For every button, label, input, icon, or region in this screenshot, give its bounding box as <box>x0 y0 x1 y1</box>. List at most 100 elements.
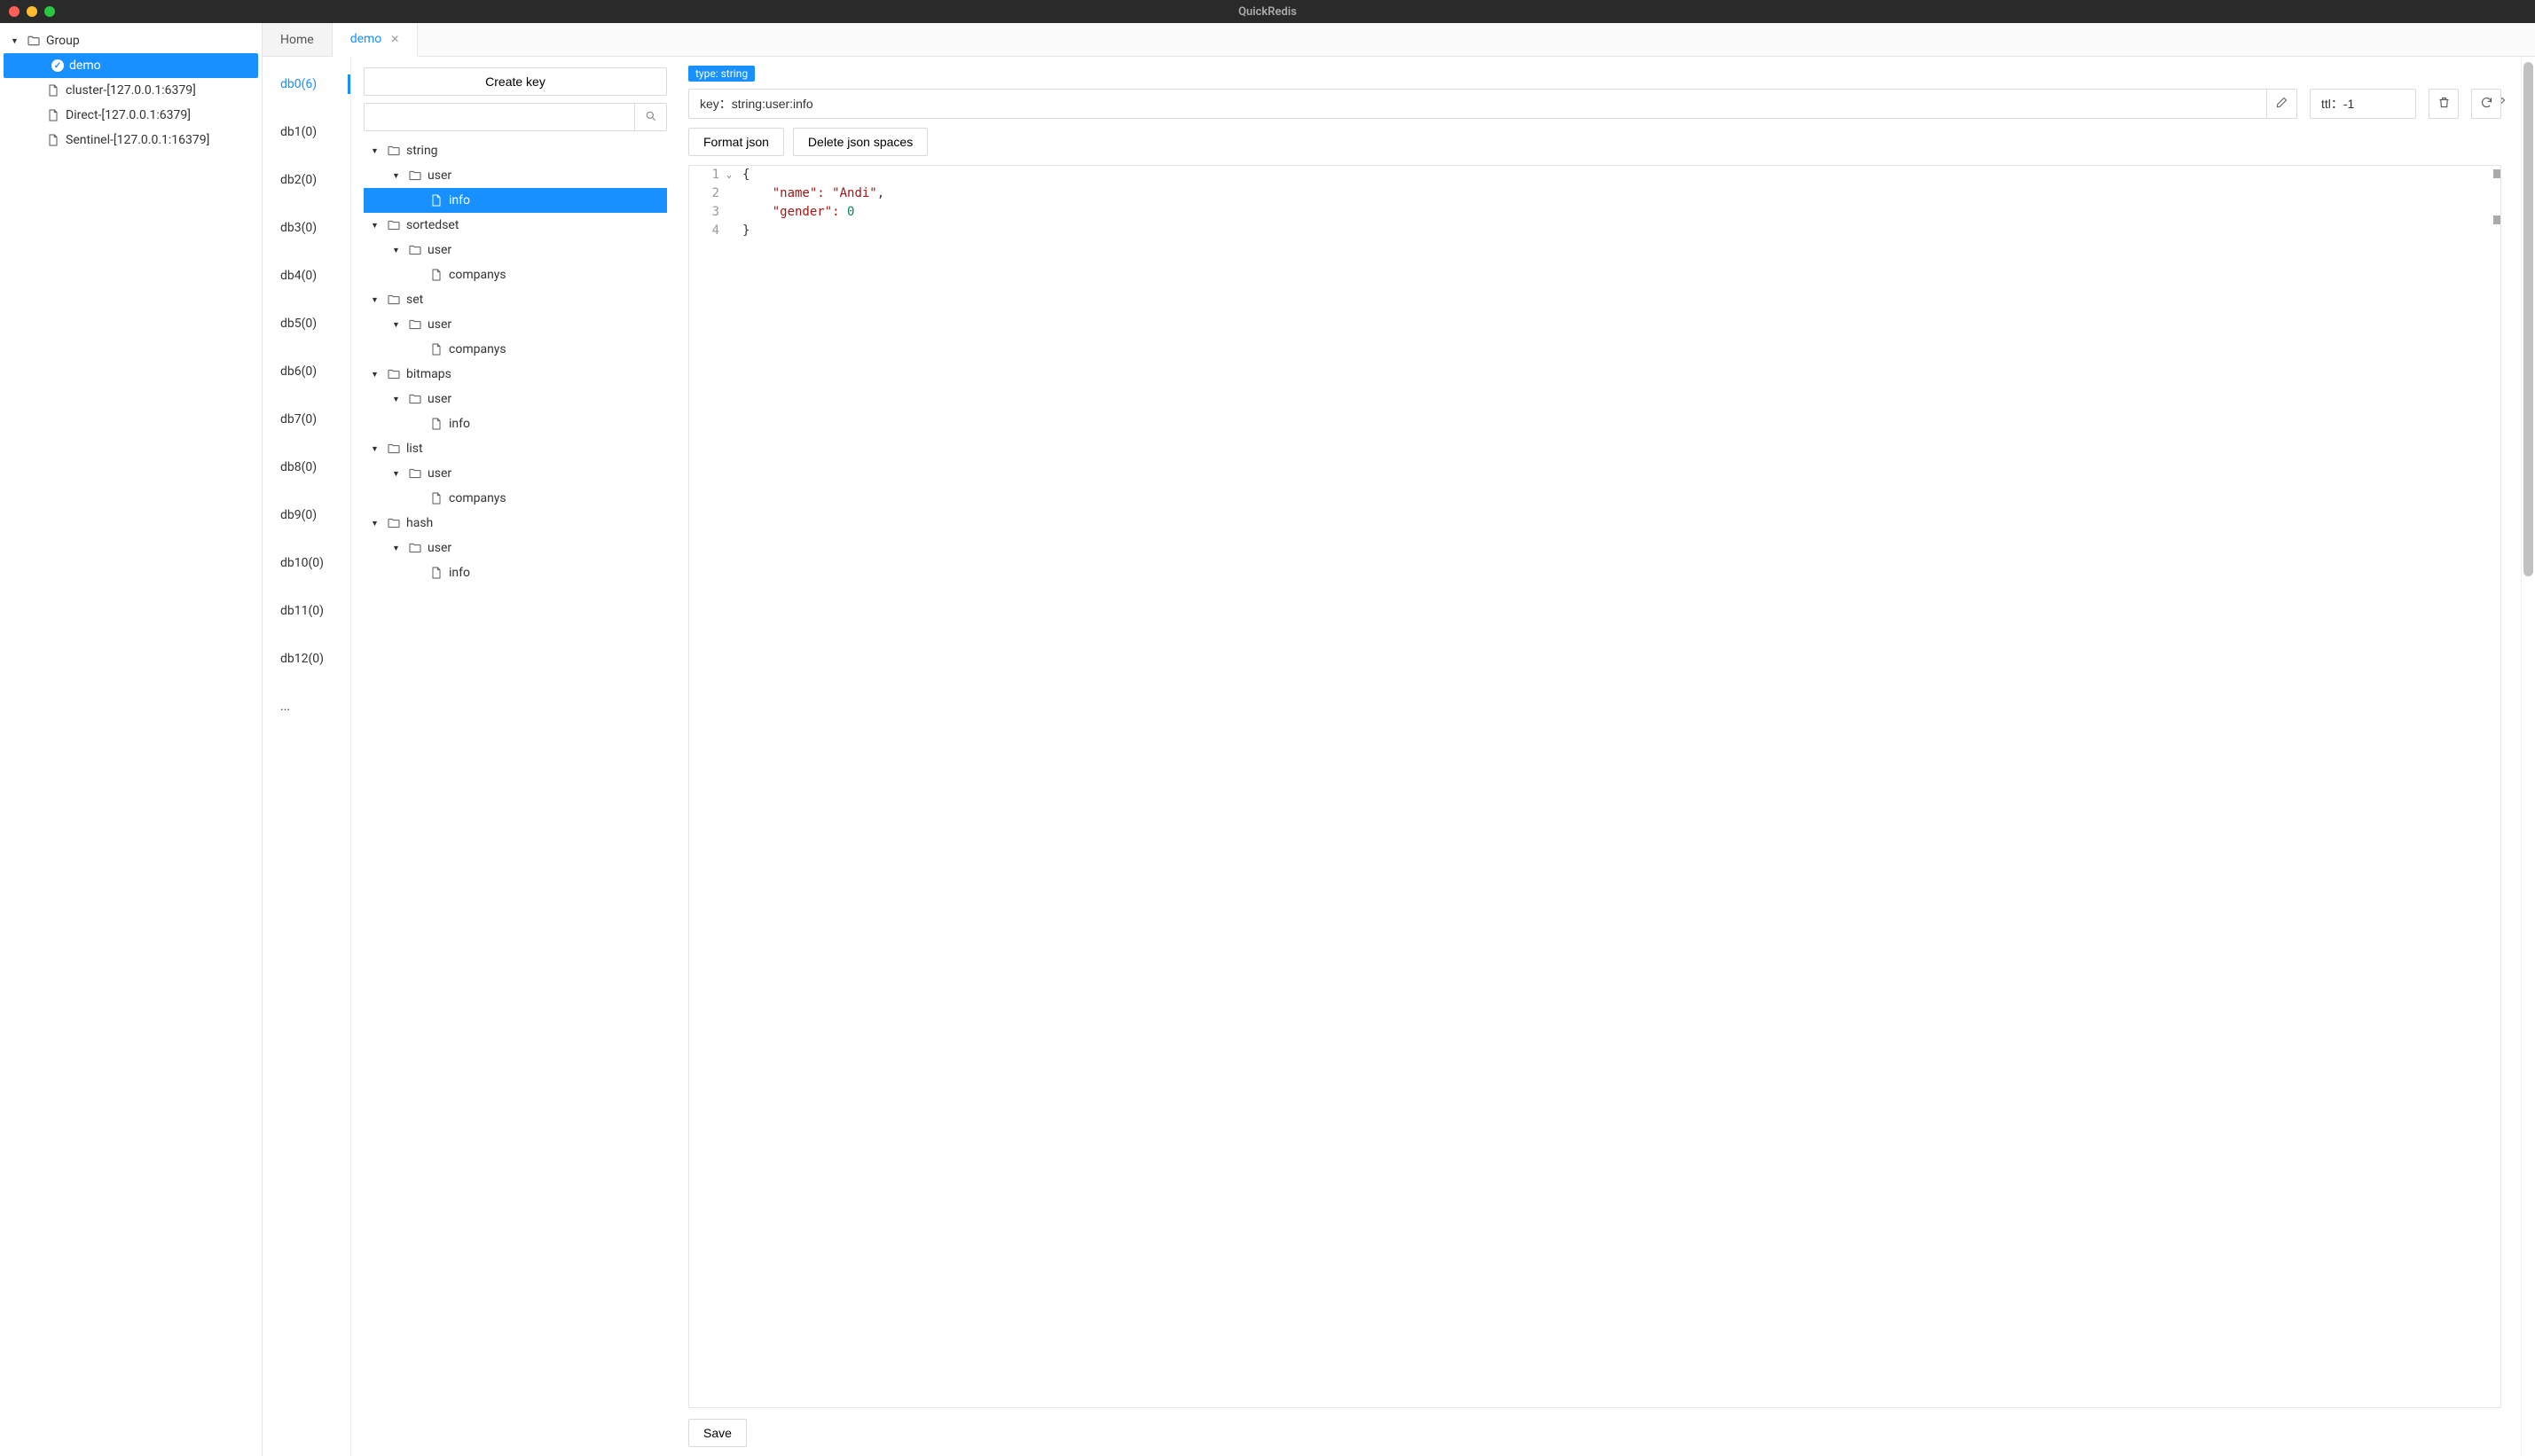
db-item[interactable]: db4(0) <box>263 252 350 300</box>
key-tree-label: info <box>449 417 470 431</box>
db-item[interactable]: db8(0) <box>263 443 350 491</box>
key-search-input[interactable] <box>365 104 634 130</box>
key-tree-item[interactable]: companys <box>364 262 667 287</box>
sidebar-group-label: Group <box>46 34 80 48</box>
caret-down-icon: ▼ <box>392 544 403 553</box>
window-minimize-button[interactable] <box>27 6 37 17</box>
trash-icon <box>2437 96 2451 112</box>
caret-down-icon: ▼ <box>371 146 381 156</box>
caret-down-icon: ▼ <box>11 36 21 46</box>
key-tree-folder[interactable]: ▼set <box>364 287 667 312</box>
key-tree-folder[interactable]: ▼ user <box>364 163 667 188</box>
file-icon <box>429 491 443 505</box>
key-tree-item[interactable]: info <box>364 411 667 436</box>
db-item[interactable]: db3(0) <box>263 204 350 252</box>
db-item[interactable]: db1(0) <box>263 108 350 156</box>
folder-open-icon <box>387 442 401 456</box>
ttl-display-input[interactable] <box>2311 97 2492 111</box>
file-icon <box>46 83 60 98</box>
window-maximize-button[interactable] <box>44 6 55 17</box>
db-item[interactable]: db9(0) <box>263 491 350 539</box>
key-tree-label: bitmaps <box>406 367 451 381</box>
caret-down-icon: ▼ <box>371 295 381 305</box>
db-item[interactable]: db6(0) <box>263 348 350 395</box>
delete-key-button[interactable] <box>2429 89 2459 119</box>
db-item[interactable]: db5(0) <box>263 300 350 348</box>
main-scrollbar[interactable] <box>2521 57 2535 1456</box>
reload-icon <box>2480 96 2493 112</box>
app-title: QuickRedis <box>1238 5 1297 19</box>
window-close-button[interactable] <box>9 6 20 17</box>
edit-icon <box>2275 96 2288 112</box>
key-tree-folder[interactable]: ▼list <box>364 436 667 461</box>
format-json-button[interactable]: Format json <box>688 128 784 156</box>
caret-down-icon: ▼ <box>392 171 403 181</box>
key-tree-folder[interactable]: ▼sortedset <box>364 213 667 238</box>
db-item[interactable]: db7(0) <box>263 395 350 443</box>
key-tree-item[interactable]: companys <box>364 337 667 362</box>
sidebar-item-direct[interactable]: Direct-[127.0.0.1:6379] <box>4 103 258 128</box>
sidebar-group[interactable]: ▼ Group <box>4 28 258 53</box>
caret-down-icon: ▼ <box>371 370 381 380</box>
key-tree-folder[interactable]: ▼ bitmaps <box>364 362 667 387</box>
folder-open-icon <box>387 293 401 307</box>
folder-icon <box>27 34 41 48</box>
edit-key-button[interactable] <box>2266 90 2296 118</box>
folder-open-icon <box>408 392 422 406</box>
fold-icon[interactable]: ⌄ <box>726 166 739 184</box>
sidebar-item-sentinel[interactable]: Sentinel-[127.0.0.1:16379] <box>4 128 258 153</box>
file-icon <box>429 417 443 431</box>
tab-label: demo <box>350 32 382 46</box>
key-tree-label: companys <box>449 268 506 282</box>
folder-open-icon <box>408 466 422 481</box>
connection-sidebar: ▼ Group ✓ demo cluster-[127.0.0.1:6379] <box>0 23 263 1456</box>
file-icon <box>429 566 443 580</box>
caret-down-icon: ▼ <box>371 444 381 454</box>
db-item[interactable]: db11(0) <box>263 587 350 635</box>
key-tree-folder[interactable]: ▼user <box>364 461 667 486</box>
save-button[interactable]: Save <box>688 1419 747 1447</box>
create-key-button[interactable]: Create key <box>364 67 667 96</box>
folder-open-icon <box>408 317 422 332</box>
tab-bar: Home demo ✕ <box>263 23 2535 57</box>
file-icon <box>429 268 443 282</box>
folder-open-icon <box>408 243 422 257</box>
tab-demo[interactable]: demo ✕ <box>333 23 419 57</box>
key-tree: ▼string▼userinfo▼sortedset▼usercompanys▼… <box>364 138 667 585</box>
sidebar-item-label: Sentinel-[127.0.0.1:16379] <box>66 133 209 147</box>
reload-button[interactable] <box>2471 89 2501 119</box>
key-tree-item[interactable]: companys <box>364 486 667 511</box>
close-icon[interactable]: ✕ <box>390 33 399 45</box>
key-tree-folder[interactable]: ▼user <box>364 387 667 411</box>
check-circle-icon: ✓ <box>51 59 64 72</box>
key-tree-item[interactable]: info <box>364 188 667 213</box>
key-tree-item[interactable]: info <box>364 560 667 585</box>
db-item[interactable]: ... <box>263 683 350 731</box>
line-number: 2 <box>689 184 726 203</box>
delete-json-spaces-button[interactable]: Delete json spaces <box>793 128 928 156</box>
search-button[interactable] <box>634 104 666 130</box>
caret-down-icon: ▼ <box>392 469 403 479</box>
key-tree-folder[interactable]: ▼hash <box>364 511 667 536</box>
key-tree-folder[interactable]: ▼user <box>364 312 667 337</box>
db-item[interactable]: db10(0) <box>263 539 350 587</box>
caret-down-icon: ▼ <box>392 395 403 404</box>
key-tree-folder[interactable]: ▼user <box>364 536 667 560</box>
search-icon <box>645 110 657 125</box>
editor-scroll-marker <box>2493 169 2500 178</box>
tab-label: Home <box>280 33 314 47</box>
code-text: } <box>739 222 750 240</box>
key-tree-label: user <box>428 168 451 183</box>
key-tree-folder[interactable]: ▼user <box>364 238 667 262</box>
tab-home[interactable]: Home <box>263 23 333 56</box>
db-item[interactable]: db12(0) <box>263 635 350 683</box>
scrollbar-thumb[interactable] <box>2523 62 2533 576</box>
db-item[interactable]: db2(0) <box>263 156 350 204</box>
value-editor[interactable]: 1 ⌄ { 2 "name": "Andi", 3 <box>688 165 2501 1408</box>
key-display-input[interactable] <box>689 97 2266 111</box>
sidebar-item-demo[interactable]: ✓ demo <box>4 53 258 78</box>
key-tree-folder[interactable]: ▼string <box>364 138 667 163</box>
folder-open-icon <box>387 367 401 381</box>
sidebar-item-cluster[interactable]: cluster-[127.0.0.1:6379] <box>4 78 258 103</box>
db-item[interactable]: db0(6) <box>263 60 350 108</box>
